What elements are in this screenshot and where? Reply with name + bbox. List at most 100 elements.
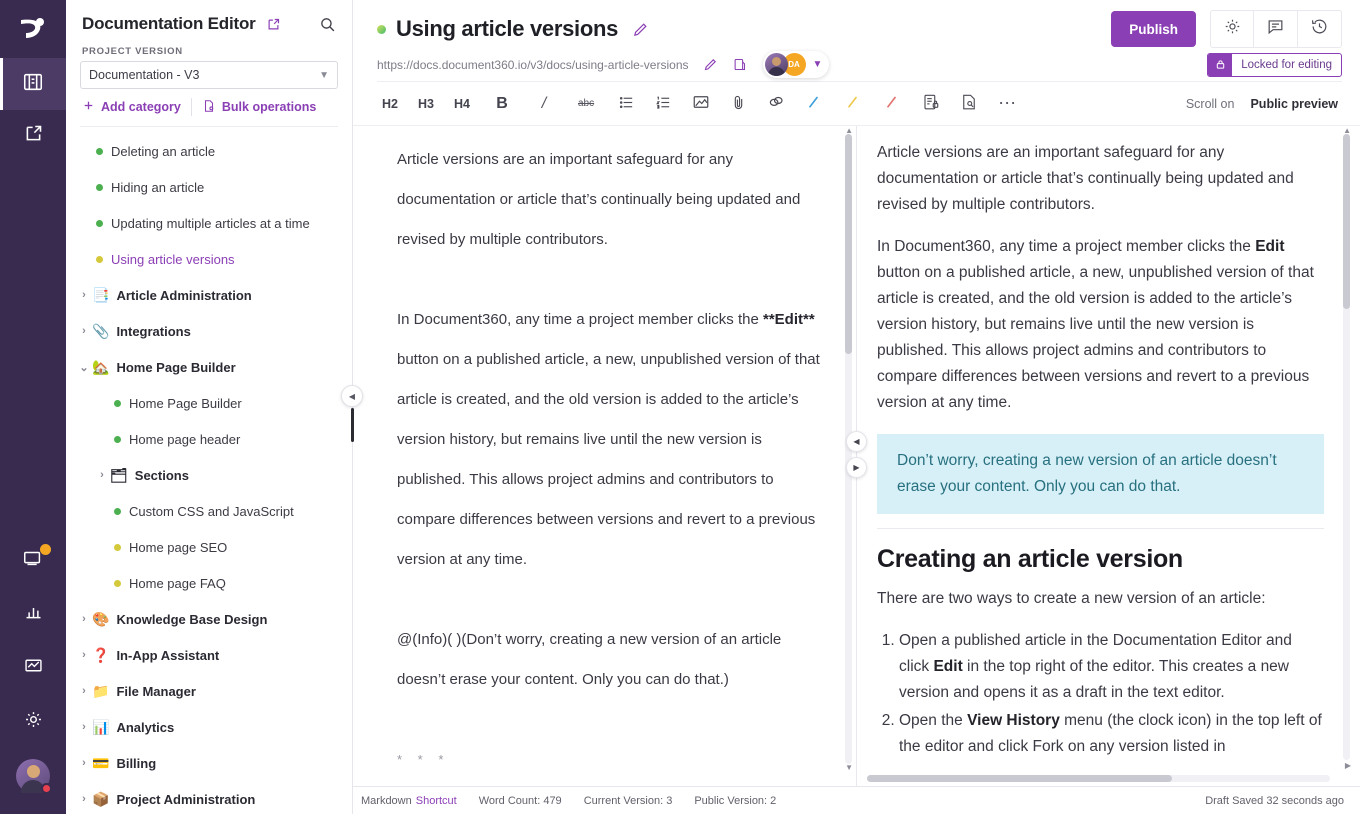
category-emoji-icon: ❓ (92, 647, 110, 663)
highlighter-yellow-button[interactable] (839, 89, 866, 119)
markdown-editor-pane[interactable]: Article versions are an important safegu… (353, 126, 856, 786)
scrollbar-thumb[interactable] (867, 775, 1172, 782)
rail-item-profile[interactable] (0, 750, 66, 802)
scroll-up-arrow[interactable]: ▲ (1343, 126, 1351, 135)
markdown-paragraph: @(Info)( )(Don’t worry, creating a new v… (397, 631, 782, 688)
preview-paragraph: Article versions are an important safegu… (877, 144, 1294, 213)
sidebar-item-updating-multiple-articles-at-a-time[interactable]: Updating multiple articles at a time (66, 205, 352, 241)
sidebar-resize-handle[interactable] (351, 408, 354, 442)
project-version-select[interactable]: Documentation - V3 ▼ (80, 61, 338, 89)
scroll-down-arrow[interactable]: ▶ (1345, 761, 1351, 770)
category-emoji-icon: 🎨 (92, 611, 110, 627)
status-badge: Locked for editing (1207, 52, 1342, 77)
bullet-list-button[interactable] (613, 89, 640, 119)
preview-vertical-scrollbar[interactable] (1343, 134, 1350, 760)
rail-item-settings[interactable] (0, 696, 66, 748)
heading-h4-button[interactable]: H4 (449, 89, 475, 119)
sidebar-item-sections[interactable]: › 🗂 Sections (66, 457, 352, 493)
sidebar-item-project-administration[interactable]: › 📦 Project Administration (66, 781, 352, 814)
sidebar-collapse-button[interactable]: ◀ (341, 385, 363, 407)
sidebar-item-hiding-an-article[interactable]: Hiding an article (66, 169, 352, 205)
chevron-right-icon[interactable]: › (76, 793, 92, 805)
chevron-right-icon[interactable]: › (76, 289, 92, 301)
sidebar-item-custom-css-and-javascript[interactable]: Custom CSS and JavaScript (66, 493, 352, 529)
bold-button[interactable]: B (489, 89, 515, 119)
article-settings-button[interactable] (1210, 10, 1254, 48)
bulk-operations-button[interactable]: Bulk operations (192, 99, 326, 116)
chevron-right-icon[interactable]: › (94, 469, 110, 481)
add-category-button[interactable]: Add category (80, 99, 191, 115)
shortcut-link[interactable]: Shortcut (416, 795, 457, 807)
preview-heading: Creating an article version (877, 545, 1183, 573)
version-history-button[interactable] (1298, 10, 1342, 48)
article-status-dot (96, 183, 103, 191)
sidebar-actions: Add category Bulk operations (80, 98, 338, 127)
sidebar-item-analytics[interactable]: › 📊 Analytics (66, 709, 352, 745)
edit-title-icon[interactable] (632, 21, 649, 38)
rail-item-documentation[interactable] (0, 58, 66, 110)
category-tree[interactable]: Deleting an article Hiding an article Upda… (66, 133, 352, 814)
chevron-right-icon[interactable]: › (76, 649, 92, 661)
highlighter-blue-button[interactable] (800, 89, 827, 119)
numbered-list-button[interactable] (650, 89, 677, 119)
open-in-new-icon[interactable] (266, 17, 281, 32)
rail-item-analytics[interactable] (0, 588, 66, 640)
scroll-down-arrow[interactable]: ▼ (845, 763, 853, 772)
markdown-editor-content[interactable]: Article versions are an important safegu… (353, 126, 856, 786)
heading-h3-button[interactable]: H3 (413, 89, 439, 119)
chevron-right-icon[interactable]: › (76, 685, 92, 697)
search-icon[interactable] (319, 16, 336, 33)
sidebar-item-integrations[interactable]: › 📎 Integrations (66, 313, 352, 349)
heading-h2-button[interactable]: H2 (377, 89, 403, 119)
edit-url-icon[interactable] (703, 57, 718, 72)
sidebar-item-knowledge-base-design[interactable]: › 🎨 Knowledge Base Design (66, 601, 352, 637)
sidebar-item-home-page-seo[interactable]: Home page SEO (66, 529, 352, 565)
publish-button[interactable]: Publish (1111, 11, 1196, 47)
sidebar-item-home-page-header[interactable]: Home page header (66, 421, 352, 457)
scroll-sync-toggle[interactable]: Scroll on (1186, 97, 1235, 111)
copy-url-icon[interactable] (732, 57, 747, 72)
sidebar-item-in-app-assistant[interactable]: › ❓ In-App Assistant (66, 637, 352, 673)
chevron-right-icon[interactable]: › (76, 325, 92, 337)
category-emoji-icon: 📎 (92, 323, 110, 339)
chevron-down-icon[interactable]: ▼ (813, 59, 823, 70)
comments-button[interactable] (1254, 10, 1298, 48)
chevron-down-icon[interactable]: ⌄ (76, 361, 92, 374)
scrollbar-thumb[interactable] (1343, 134, 1350, 309)
rail-item-insights[interactable] (0, 642, 66, 694)
sidebar-item-home-page-builder[interactable]: Home Page Builder (66, 385, 352, 421)
sidebar-item-deleting-an-article[interactable]: Deleting an article (66, 133, 352, 169)
sidebar-item-home-page-builder[interactable]: ⌄ 🏡 Home Page Builder (66, 349, 352, 385)
sidebar-item-label: Home page header (129, 431, 241, 447)
highlighter-red-button[interactable] (878, 89, 905, 119)
app-logo[interactable] (0, 0, 66, 58)
scroll-up-arrow[interactable]: ▲ (845, 126, 853, 135)
contributor-avatars[interactable]: DA ▼ (762, 51, 830, 78)
public-preview-button[interactable]: Public preview (1250, 97, 1338, 111)
public-version: Public Version: 2 (694, 794, 777, 807)
image-button[interactable] (687, 89, 715, 119)
markdown-toolbar: H2 H3 H4 B / abc ⋯ Scroll on Public prev… (353, 82, 1360, 126)
scrollbar-thumb[interactable] (845, 134, 852, 354)
preview-pane[interactable]: Article versions are an important safegu… (857, 126, 1360, 786)
category-tree-scroll[interactable]: Deleting an article Hiding an article Upda… (66, 133, 352, 814)
rail-item-external-link[interactable] (0, 110, 66, 162)
project-version-value: Documentation - V3 (89, 68, 200, 82)
rail-item-whats-new[interactable] (0, 534, 66, 586)
more-options-button[interactable]: ⋯ (993, 89, 1022, 119)
preview-horizontal-scrollbar[interactable] (867, 775, 1330, 782)
link-button[interactable] (762, 89, 790, 119)
strikethrough-button[interactable]: abc (573, 89, 599, 119)
chevron-right-icon[interactable]: › (76, 613, 92, 625)
sidebar-item-article-administration[interactable]: › 📑 Article Administration (66, 277, 352, 313)
sidebar-item-billing[interactable]: › 💳 Billing (66, 745, 352, 781)
sidebar-item-home-page-faq[interactable]: Home page FAQ (66, 565, 352, 601)
attachment-button[interactable] (725, 89, 752, 119)
private-note-button[interactable] (917, 89, 945, 119)
sidebar-item-using-article-versions[interactable]: Using article versions (66, 241, 352, 277)
chevron-right-icon[interactable]: › (76, 757, 92, 769)
sidebar-item-file-manager[interactable]: › 📁 File Manager (66, 673, 352, 709)
chevron-right-icon[interactable]: › (76, 721, 92, 733)
glossary-button[interactable] (955, 89, 983, 119)
italic-button[interactable]: / (531, 89, 557, 119)
